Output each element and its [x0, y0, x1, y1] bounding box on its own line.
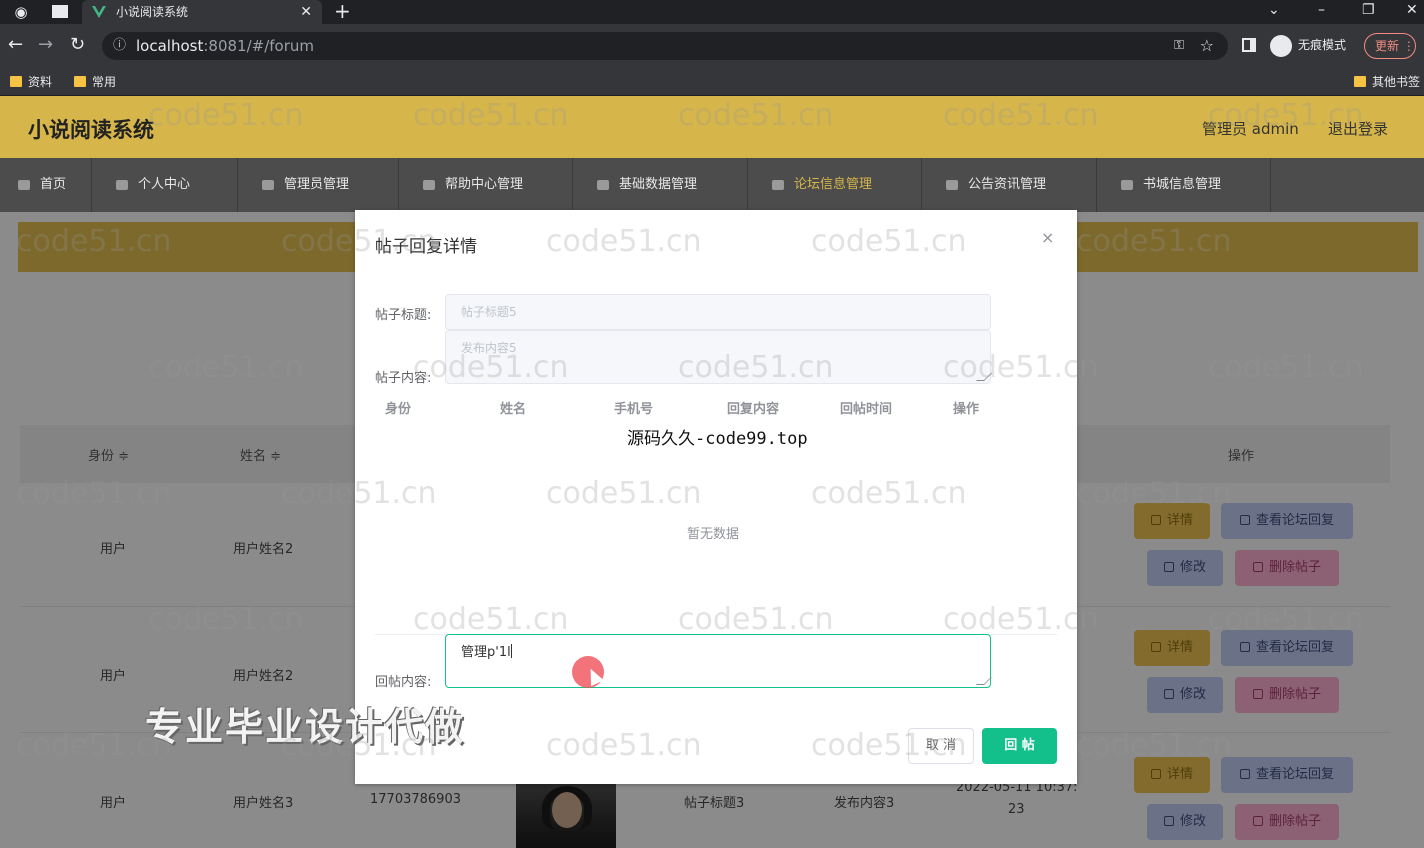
bookmark-folder-changyong[interactable]: 常用 [74, 70, 116, 94]
post-content-value: 发布内容5 [461, 341, 517, 355]
current-user: 管理员 admin [1202, 120, 1299, 138]
nav-bookstore-manage[interactable]: 书城信息管理 [1097, 158, 1271, 212]
nav-admin-manage[interactable]: 管理员管理 [238, 158, 399, 212]
reload-icon[interactable]: ↻ [70, 33, 85, 57]
notice-icon [946, 179, 958, 190]
logout-link[interactable]: 退出登录 [1328, 118, 1388, 139]
dialog-title: 帖子回复详情 [375, 237, 477, 257]
minimize-icon[interactable]: – [1318, 0, 1325, 20]
address-toolbar: ← → ↻ ⓘ localhost:8081/#/forum ⚿ ☆ [0, 24, 1424, 66]
bookmark-label: 资料 [28, 75, 53, 89]
browser-tabbar: ◉ 小说阅读系统 ✕ + ⌄ – ❐ ✕ [0, 0, 1424, 24]
book-icon [1121, 179, 1133, 190]
home-icon [18, 179, 30, 190]
incognito-indicator[interactable]: 无痕模式 [1270, 32, 1346, 58]
update-button[interactable]: 更新 ⋮ [1364, 33, 1416, 59]
bookmark-label: 常用 [92, 75, 117, 89]
col-reply-time: 回帖时间 [840, 402, 893, 417]
close-tab-icon[interactable]: ✕ [300, 0, 312, 24]
folder-icon [10, 76, 22, 87]
bookmark-folder-ziliao[interactable]: 资料 [10, 70, 52, 94]
bookmark-folder-other[interactable]: 其他书签 [1354, 70, 1420, 94]
nav-label: 个人中心 [138, 177, 191, 192]
bookmark-label: 其他书签 [1372, 75, 1421, 89]
reply-textarea[interactable]: 管理p'1l [445, 634, 992, 688]
side-panel-icon[interactable] [1242, 38, 1256, 52]
password-key-icon[interactable]: ⚿ [1174, 32, 1184, 60]
vue-logo-icon [92, 6, 106, 18]
nav-home[interactable]: 首页 [0, 158, 92, 212]
submit-reply-button[interactable]: 回 帖 [982, 728, 1057, 764]
forward-icon[interactable]: → [38, 33, 53, 57]
post-title-label: 帖子标题: [375, 308, 432, 323]
url-bar[interactable]: ⓘ localhost:8081/#/forum ⚿ ☆ [102, 32, 1228, 60]
post-title-field: 帖子标题5 [445, 294, 991, 330]
nav-label: 书城信息管理 [1143, 177, 1222, 192]
bookmark-star-icon[interactable]: ☆ [1200, 32, 1214, 60]
tab-search-icon[interactable]: ⌄ [1268, 0, 1280, 20]
admin-icon [262, 179, 274, 190]
resize-handle-icon[interactable] [976, 373, 992, 381]
tab-title: 小说阅读系统 [116, 5, 189, 19]
app-title: 小说阅读系统 [28, 118, 154, 142]
user-icon [116, 179, 128, 190]
nav-basic-data[interactable]: 基础数据管理 [573, 158, 748, 212]
nav-label: 首页 [40, 177, 67, 192]
nav-label: 基础数据管理 [619, 177, 698, 192]
col-reply-content: 回复内容 [727, 402, 780, 417]
forum-icon [772, 179, 784, 190]
main-nav: 首页 个人中心 管理员管理 帮助中心管理 基础数据管理 论坛信息管理 公告资讯管… [0, 158, 1424, 212]
nav-label: 论坛信息管理 [794, 177, 873, 192]
post-content-label: 帖子内容: [375, 371, 432, 386]
reply-text: 管理p'1l [461, 645, 511, 660]
folder-icon [1354, 76, 1366, 87]
back-icon[interactable]: ← [8, 33, 23, 57]
incognito-label: 无痕模式 [1298, 38, 1347, 52]
folder-icon [74, 76, 86, 87]
nav-label: 管理员管理 [284, 177, 350, 192]
col-identity: 身份 [385, 402, 412, 417]
new-tab-icon[interactable]: + [334, 0, 351, 22]
col-actions: 操作 [953, 402, 980, 417]
globe-icon[interactable]: ◉ [12, 3, 30, 21]
text-caret [510, 644, 512, 658]
tab-overview-icon[interactable] [52, 5, 68, 18]
col-name: 姓名 [500, 402, 527, 417]
nav-help-manage[interactable]: 帮助中心管理 [399, 158, 573, 212]
overlay-caption: 源码久久-code99.top [627, 429, 808, 449]
update-label: 更新 [1375, 39, 1400, 53]
close-icon[interactable]: × [1041, 228, 1054, 247]
nav-forum-manage[interactable]: 论坛信息管理 [748, 158, 922, 212]
site-info-icon[interactable]: ⓘ [113, 32, 126, 60]
app-header: 小说阅读系统 管理员 admin 退出登录 [0, 96, 1424, 158]
browser-tab[interactable]: 小说阅读系统 ✕ [82, 0, 322, 24]
post-content-field: 发布内容5 [445, 330, 992, 384]
resize-handle-icon[interactable] [976, 677, 992, 685]
nav-label: 公告资讯管理 [968, 177, 1047, 192]
nav-label: 帮助中心管理 [445, 177, 524, 192]
restore-icon[interactable]: ❐ [1362, 0, 1375, 20]
url-path: :8081/#/forum [203, 37, 314, 55]
close-window-icon[interactable]: ✕ [1406, 0, 1418, 20]
bookmarks-bar: 资料 常用 其他书签 [0, 66, 1424, 96]
empty-placeholder: 暂无数据 [687, 527, 740, 542]
col-phone: 手机号 [614, 402, 654, 417]
incognito-icon [1270, 34, 1292, 57]
data-icon [597, 179, 609, 190]
cancel-button[interactable]: 取 消 [908, 728, 974, 764]
nav-personal-center[interactable]: 个人中心 [92, 158, 238, 212]
nav-notice-manage[interactable]: 公告资讯管理 [922, 158, 1097, 212]
help-icon [423, 179, 435, 190]
promo-banner: 专业毕业设计代做 [145, 705, 466, 749]
url-host: localhost [136, 37, 204, 55]
reply-label: 回帖内容: [375, 675, 432, 690]
